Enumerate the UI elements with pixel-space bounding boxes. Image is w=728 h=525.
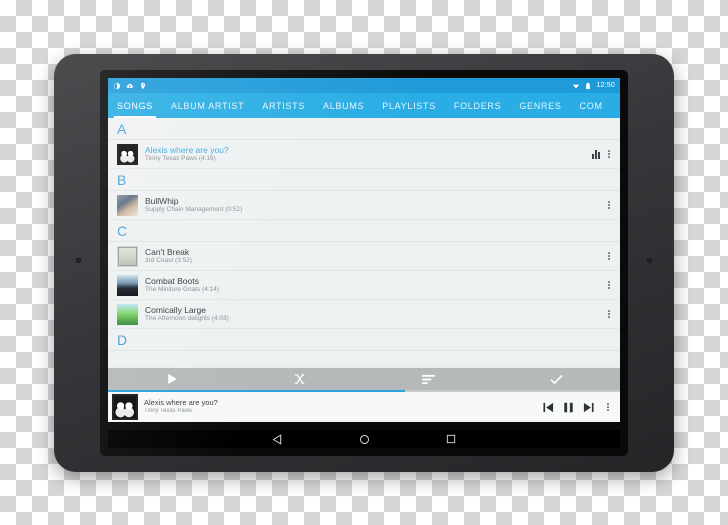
overflow-menu-icon[interactable]: [603, 403, 613, 411]
song-row[interactable]: Comically Large The Afternoon delights (4…: [108, 300, 620, 329]
song-title: Alexis where are you?: [145, 144, 229, 155]
song-row-actions[interactable]: [592, 149, 614, 159]
now-playing-controls[interactable]: [543, 402, 620, 413]
overflow-menu-icon[interactable]: [604, 281, 614, 289]
song-title: Combat Boots: [145, 275, 199, 286]
tablet-screen: 12:50 SONGS ALBUM ARTIST ARTISTS ALBUMS PLAY…: [108, 78, 620, 422]
song-row-actions[interactable]: [604, 252, 614, 260]
tablet-device-frame: 12:50 SONGS ALBUM ARTIST ARTISTS ALBUMS PLAY…: [54, 54, 674, 472]
song-subtitle: The Afternoon delights (4:03): [145, 315, 229, 323]
location-icon: [140, 82, 146, 89]
status-bar-left-icons: [113, 82, 147, 90]
song-metadata: Combat Boots The Miniture Gnats (4:14): [145, 276, 604, 295]
song-row-actions[interactable]: [604, 310, 614, 318]
song-row[interactable]: BullWhip Supply Chain Management (0:52): [108, 191, 620, 220]
sort-icon: [421, 374, 435, 384]
tab-playlists[interactable]: PLAYLISTS: [373, 93, 445, 118]
song-subtitle: 3rd Coast (3:52): [145, 257, 192, 265]
now-playing-title: Alexis where are you?: [144, 398, 218, 408]
sync-icon: [113, 82, 121, 89]
tab-songs[interactable]: SONGS: [108, 93, 162, 118]
song-metadata: Alexis where are you? Tinny Texas Paws (4…: [145, 145, 592, 164]
section-header-c: C: [108, 220, 620, 242]
wifi-icon: [573, 84, 580, 89]
now-playing-bar[interactable]: Alexis where are you? Tinny Texas Paws: [108, 390, 620, 422]
home-circle-icon[interactable]: [359, 434, 370, 445]
next-icon[interactable]: [583, 402, 594, 413]
song-row[interactable]: Alexis where are you? Tinny Texas Paws (4…: [108, 140, 620, 169]
check-icon: [549, 374, 563, 384]
now-playing-album-art: [112, 394, 138, 420]
album-art-thumbnail: [117, 303, 138, 325]
now-playing-artist: Tinny Texas Paws: [144, 407, 193, 414]
song-title: BullWhip: [145, 195, 179, 206]
song-title: Can't Break: [145, 246, 190, 257]
confirm-button[interactable]: [492, 368, 620, 390]
previous-icon[interactable]: [543, 402, 554, 413]
overflow-menu-icon[interactable]: [604, 150, 614, 158]
song-list[interactable]: A Alexis where are you? Tinny Texas Paws (…: [108, 118, 620, 364]
tab-artists[interactable]: ARTISTS: [253, 93, 314, 118]
tab-bar[interactable]: SONGS ALBUM ARTIST ARTISTS ALBUMS PLAYLISTS F…: [108, 93, 620, 118]
front-camera-left: [76, 258, 81, 263]
battery-icon: [586, 82, 591, 89]
recents-square-icon[interactable]: [446, 434, 456, 444]
tab-folders[interactable]: FOLDERS: [445, 93, 510, 118]
album-art-thumbnail: [117, 245, 138, 267]
shuffle-button[interactable]: [236, 368, 364, 390]
song-row[interactable]: Can't Break 3rd Coast (3:52): [108, 242, 620, 271]
song-subtitle: Supply Chain Management (0:52): [145, 206, 243, 214]
song-metadata: BullWhip Supply Chain Management (0:52): [145, 196, 604, 215]
album-art-thumbnail: [117, 143, 138, 165]
status-bar-right-icons: 12:50: [572, 82, 615, 90]
play-all-button[interactable]: [108, 368, 236, 390]
status-bar: 12:50: [108, 78, 620, 93]
status-bar-clock: 12:50: [596, 82, 615, 89]
overflow-menu-icon[interactable]: [604, 310, 614, 318]
song-row-actions[interactable]: [604, 201, 614, 209]
song-metadata: Can't Break 3rd Coast (3:52): [145, 247, 604, 266]
equalizer-icon: [592, 149, 600, 159]
back-triangle-icon[interactable]: [272, 433, 283, 445]
section-header-b: B: [108, 169, 620, 191]
cloud-icon: [126, 83, 133, 88]
android-navigation-bar[interactable]: [108, 430, 620, 448]
now-playing-metadata: Alexis where are you? Tinny Texas Paws: [144, 398, 543, 416]
song-subtitle: Tinny Texas Paws (4:16): [145, 155, 216, 163]
overflow-menu-icon[interactable]: [604, 201, 614, 209]
album-art-thumbnail: [117, 274, 138, 296]
sort-button[interactable]: [364, 368, 492, 390]
pause-icon[interactable]: [563, 402, 574, 413]
song-row-actions[interactable]: [604, 281, 614, 289]
front-camera-right: [647, 258, 652, 263]
album-art-thumbnail: [117, 194, 138, 216]
tab-com[interactable]: COM: [571, 93, 612, 118]
screen-bezel: 12:50 SONGS ALBUM ARTIST ARTISTS ALBUMS PLAY…: [100, 70, 628, 456]
tab-album-artist[interactable]: ALBUM ARTIST: [162, 93, 253, 118]
song-title: Comically Large: [145, 304, 206, 315]
section-header-d: D: [108, 329, 620, 351]
shuffle-icon: [294, 373, 306, 385]
tab-genres[interactable]: GENRES: [510, 93, 570, 118]
song-subtitle: The Miniture Gnats (4:14): [145, 286, 220, 294]
song-row[interactable]: Combat Boots The Miniture Gnats (4:14): [108, 271, 620, 300]
overflow-menu-icon[interactable]: [604, 252, 614, 260]
section-header-a: A: [108, 118, 620, 140]
action-toolbar[interactable]: [108, 368, 620, 390]
song-metadata: Comically Large The Afternoon delights (4…: [145, 305, 604, 324]
play-icon: [167, 373, 177, 385]
tab-albums[interactable]: ALBUMS: [314, 93, 373, 118]
